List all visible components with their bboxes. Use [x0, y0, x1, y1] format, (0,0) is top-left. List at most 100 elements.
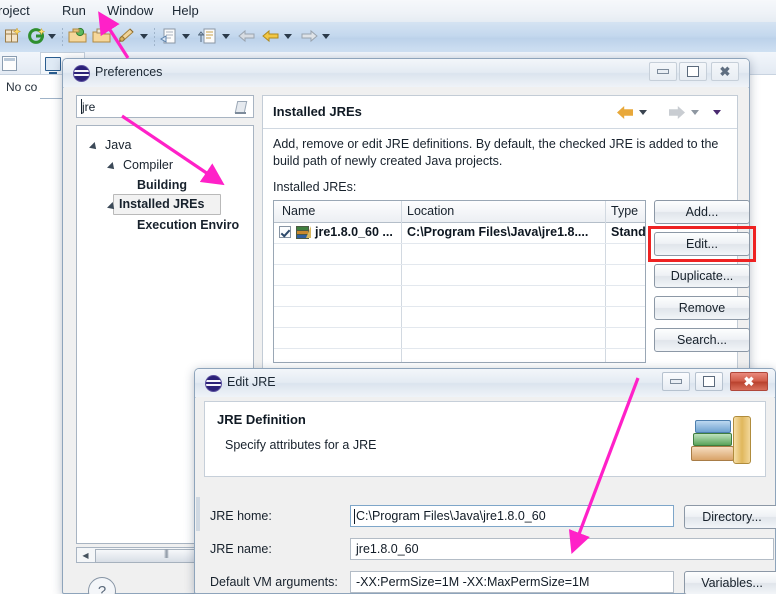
tree-expander-java[interactable] — [89, 142, 99, 152]
edit-jre-title-bar[interactable]: Edit JRE ✖ — [195, 369, 775, 398]
menu-item-run[interactable]: Run — [60, 3, 88, 18]
column-header-location[interactable]: Location — [407, 204, 454, 218]
edit-jre-dialog: Edit JRE ✖ JRE Definition Specify attrib… — [194, 368, 776, 594]
screen: roject Run Window Help No co Preferences… — [0, 0, 776, 594]
back-small-icon[interactable] — [238, 27, 256, 48]
eclipse-icon — [73, 65, 90, 82]
table-row-empty — [274, 285, 645, 307]
preferences-title: Preferences — [95, 65, 163, 79]
preferences-filter-input[interactable]: jre — [76, 95, 254, 118]
search-jre-button[interactable]: Search... — [654, 328, 750, 352]
preferences-minimize-button[interactable] — [649, 62, 677, 81]
caret-down-icon[interactable] — [48, 34, 56, 39]
edit-jre-maximize-button[interactable] — [695, 372, 723, 391]
jre-name-label: JRE name: — [210, 542, 272, 556]
vm-arguments-input[interactable]: -XX:PermSize=1M -XX:MaxPermSize=1M — [350, 571, 674, 593]
new-wizard-icon[interactable] — [4, 27, 22, 48]
jre-icon — [296, 226, 311, 239]
console-message: No co — [6, 80, 38, 94]
page-description: Add, remove or edit JRE definitions. By … — [273, 137, 719, 168]
forward-icon[interactable] — [300, 27, 318, 48]
table-row-empty — [274, 327, 645, 349]
page-header-divider — [263, 128, 737, 129]
jre-home-label: JRE home: — [210, 509, 272, 523]
run-icon[interactable] — [116, 27, 136, 48]
duplicate-jre-button[interactable]: Duplicate... — [654, 264, 750, 288]
forward-dropdown-caret-icon[interactable] — [691, 110, 699, 115]
help-button[interactable]: ? — [88, 577, 116, 594]
tree-item-java[interactable]: Java — [105, 138, 131, 152]
tree-item-execution-environments[interactable]: Execution Enviro — [137, 218, 239, 232]
clear-filter-icon[interactable] — [234, 100, 248, 114]
tree-item-building[interactable]: Building — [137, 178, 187, 192]
page-nav-arrows — [613, 102, 729, 122]
table-row[interactable]: jre1.8.0_60 ... C:\Program Files\Java\jr… — [274, 222, 645, 244]
vm-arguments-value: -XX:PermSize=1M -XX:MaxPermSize=1M — [356, 575, 590, 589]
edit-jre-close-button[interactable]: ✖ — [730, 372, 768, 391]
variables-button[interactable]: Variables... — [684, 571, 776, 594]
toolbar-separator — [154, 28, 155, 46]
vm-arguments-label: Default VM arguments: — [210, 575, 338, 589]
back-arrow-icon[interactable] — [617, 106, 633, 119]
edit-jre-minimize-button[interactable] — [662, 372, 690, 391]
caret-down-icon[interactable] — [182, 34, 190, 39]
table-row-empty — [274, 306, 645, 328]
caret-down-icon[interactable] — [284, 34, 292, 39]
view-menu-icon[interactable] — [2, 56, 17, 71]
tool-bar — [0, 22, 776, 53]
installed-jres-table[interactable]: Name Location Type jre1.8.0_60 ... C:\Pr… — [273, 200, 646, 363]
toolbar-separator — [62, 28, 63, 46]
preferences-close-button[interactable]: ✖ — [711, 62, 739, 81]
console-icon — [45, 57, 61, 74]
caret-down-icon[interactable] — [322, 34, 330, 39]
menu-bar: roject Run Window Help — [0, 0, 776, 23]
open-type-icon[interactable] — [68, 27, 88, 48]
edit-jre-subheading: Specify attributes for a JRE — [225, 438, 377, 452]
jre-name-input[interactable]: jre1.8.0_60 — [350, 538, 774, 560]
column-header-name[interactable]: Name — [282, 204, 315, 218]
add-jre-button[interactable]: Add... — [654, 200, 750, 224]
edit-button-highlight — [648, 226, 756, 262]
edit-jre-heading: JRE Definition — [217, 412, 306, 427]
debug-icon[interactable] — [28, 27, 46, 48]
tree-item-installed-jres[interactable]: Installed JREs — [119, 197, 204, 211]
edit-jre-title: Edit JRE — [227, 375, 276, 389]
jre-home-value: C:\Program Files\Java\jre1.8.0_60 — [356, 509, 546, 523]
edit-jre-left-strip — [196, 497, 200, 531]
column-header-type[interactable]: Type — [611, 204, 638, 218]
help-icon: ? — [97, 582, 107, 594]
cell-location: C:\Program Files\Java\jre1.8.... — [407, 225, 589, 239]
tree-item-compiler[interactable]: Compiler — [123, 158, 173, 172]
preferences-filter-value: jre — [82, 100, 96, 114]
back-icon[interactable] — [262, 27, 280, 48]
caret-down-icon[interactable] — [140, 34, 148, 39]
row-checkbox[interactable] — [279, 226, 291, 238]
external-tools-icon[interactable] — [160, 27, 180, 48]
upload-icon[interactable] — [197, 27, 218, 48]
directory-button[interactable]: Directory... — [684, 505, 776, 529]
preferences-title-bar[interactable]: Preferences ✖ — [63, 59, 749, 88]
books-icon — [691, 412, 751, 468]
back-dropdown-caret-icon[interactable] — [639, 110, 647, 115]
menu-item-window[interactable]: Window — [105, 3, 155, 18]
forward-arrow-icon[interactable] — [669, 106, 685, 119]
tree-expander-compiler[interactable] — [107, 162, 117, 172]
table-header-row: Name Location Type — [274, 201, 645, 223]
menu-item-help[interactable]: Help — [170, 3, 201, 18]
caret-down-icon[interactable] — [222, 34, 230, 39]
table-row-empty — [274, 243, 645, 265]
scroll-left-icon[interactable]: ◀ — [78, 549, 93, 561]
cell-type: Stand — [611, 225, 646, 239]
menu-item-project[interactable]: roject — [0, 3, 32, 18]
preferences-maximize-button[interactable] — [679, 62, 707, 81]
jre-name-value: jre1.8.0_60 — [356, 542, 419, 556]
edit-jre-body: JRE Definition Specify attributes for a … — [196, 397, 776, 594]
open-resource-icon[interactable] — [92, 27, 112, 48]
page-menu-caret-icon[interactable] — [713, 110, 721, 115]
page-title: Installed JREs — [273, 104, 362, 119]
jre-home-input[interactable]: C:\Program Files\Java\jre1.8.0_60 — [350, 505, 674, 527]
cell-name: jre1.8.0_60 ... — [315, 225, 393, 239]
eclipse-icon — [205, 375, 222, 392]
remove-jre-button[interactable]: Remove — [654, 296, 750, 320]
edit-jre-header: JRE Definition Specify attributes for a … — [204, 401, 766, 477]
